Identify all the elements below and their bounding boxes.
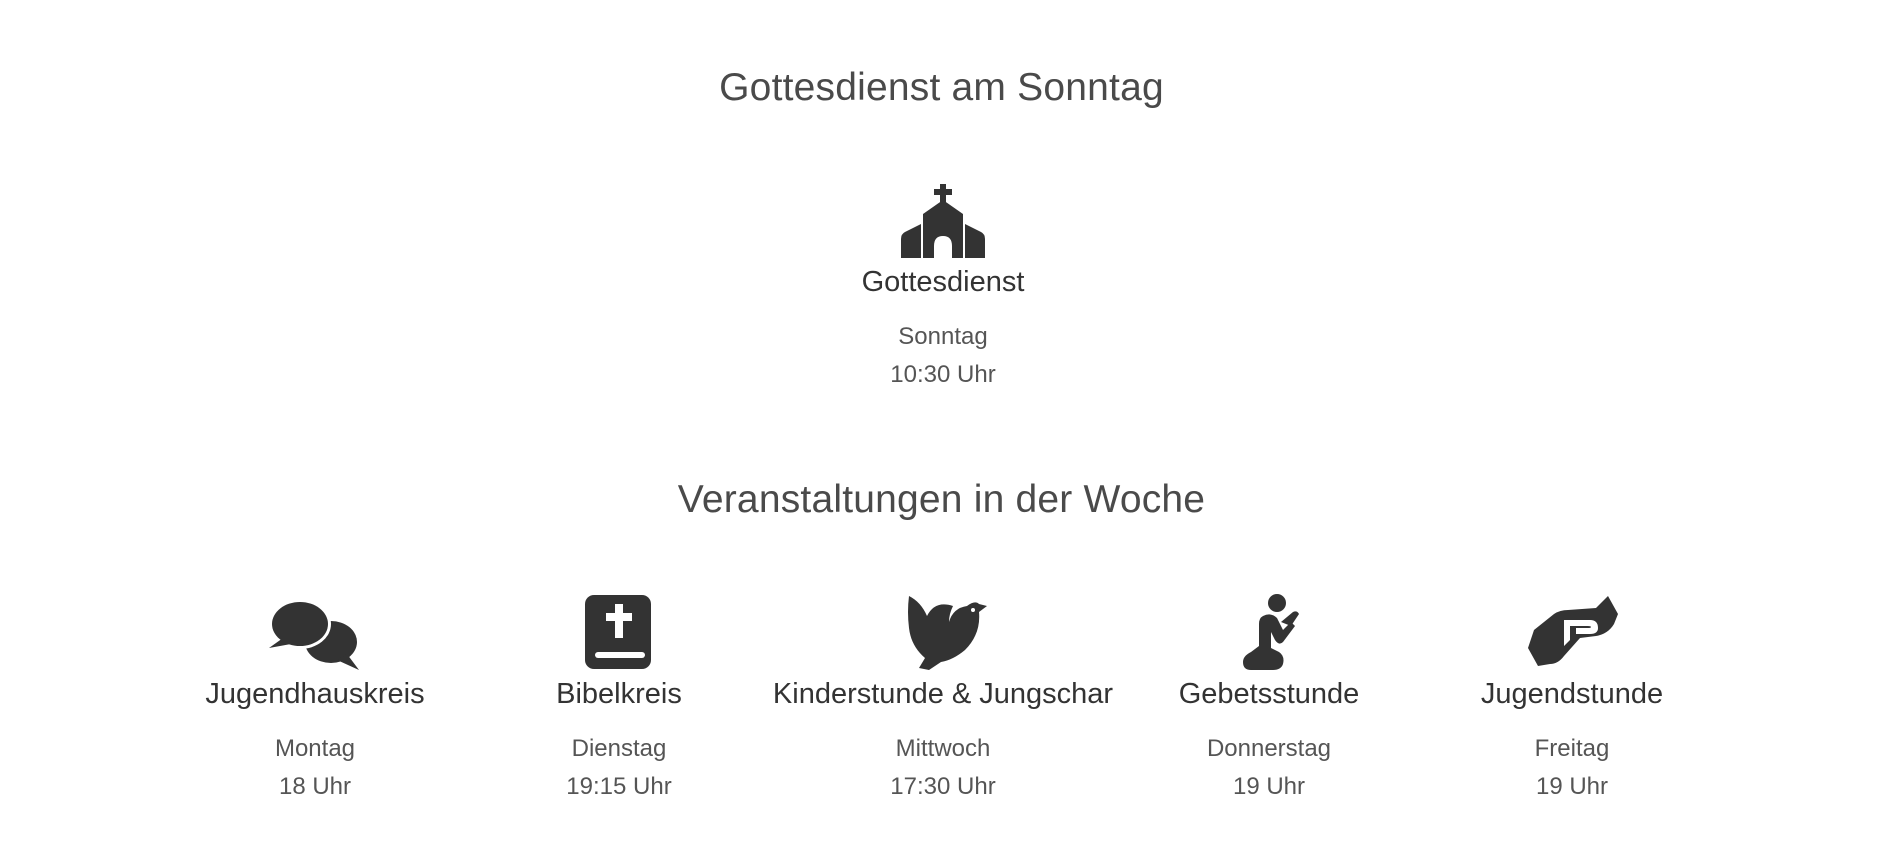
event-day: Mittwoch (895, 735, 991, 762)
event-kinderstunde-jungschar: Kinderstunde & Jungschar Mittwoch 17:30 … (763, 594, 1123, 806)
event-name: Kinderstunde & Jungschar (772, 678, 1114, 710)
week-section-title: Veranstaltungen in der Woche (677, 478, 1206, 521)
event-jugendstunde: Jugendstunde Freitag 19 Uhr (1392, 594, 1752, 806)
bible-icon (571, 594, 667, 670)
event-time: 19 Uhr (1535, 773, 1609, 800)
church-icon (895, 182, 991, 258)
event-time: 19:15 Uhr (566, 773, 672, 800)
speech-bubbles-icon (267, 594, 363, 670)
sunday-section-title: Gottesdienst am Sonntag (719, 66, 1164, 109)
event-time: 17:30 Uhr (890, 773, 996, 800)
event-day: Dienstag (571, 735, 667, 762)
event-bibelkreis: Bibelkreis Dienstag 19:15 Uhr (439, 594, 799, 806)
dove-icon (895, 594, 991, 670)
event-name: Bibelkreis (556, 678, 682, 710)
praying-person-icon (1221, 594, 1317, 670)
event-name: Gottesdienst (861, 266, 1025, 298)
handshake-icon (1524, 594, 1620, 670)
event-day: Freitag (1534, 735, 1610, 762)
event-gottesdienst: Gottesdienst Sonntag 10:30 Uhr (763, 182, 1123, 394)
event-day: Sonntag (898, 323, 988, 350)
event-name: Jugendstunde (1480, 678, 1664, 710)
event-time: 10:30 Uhr (890, 361, 996, 388)
